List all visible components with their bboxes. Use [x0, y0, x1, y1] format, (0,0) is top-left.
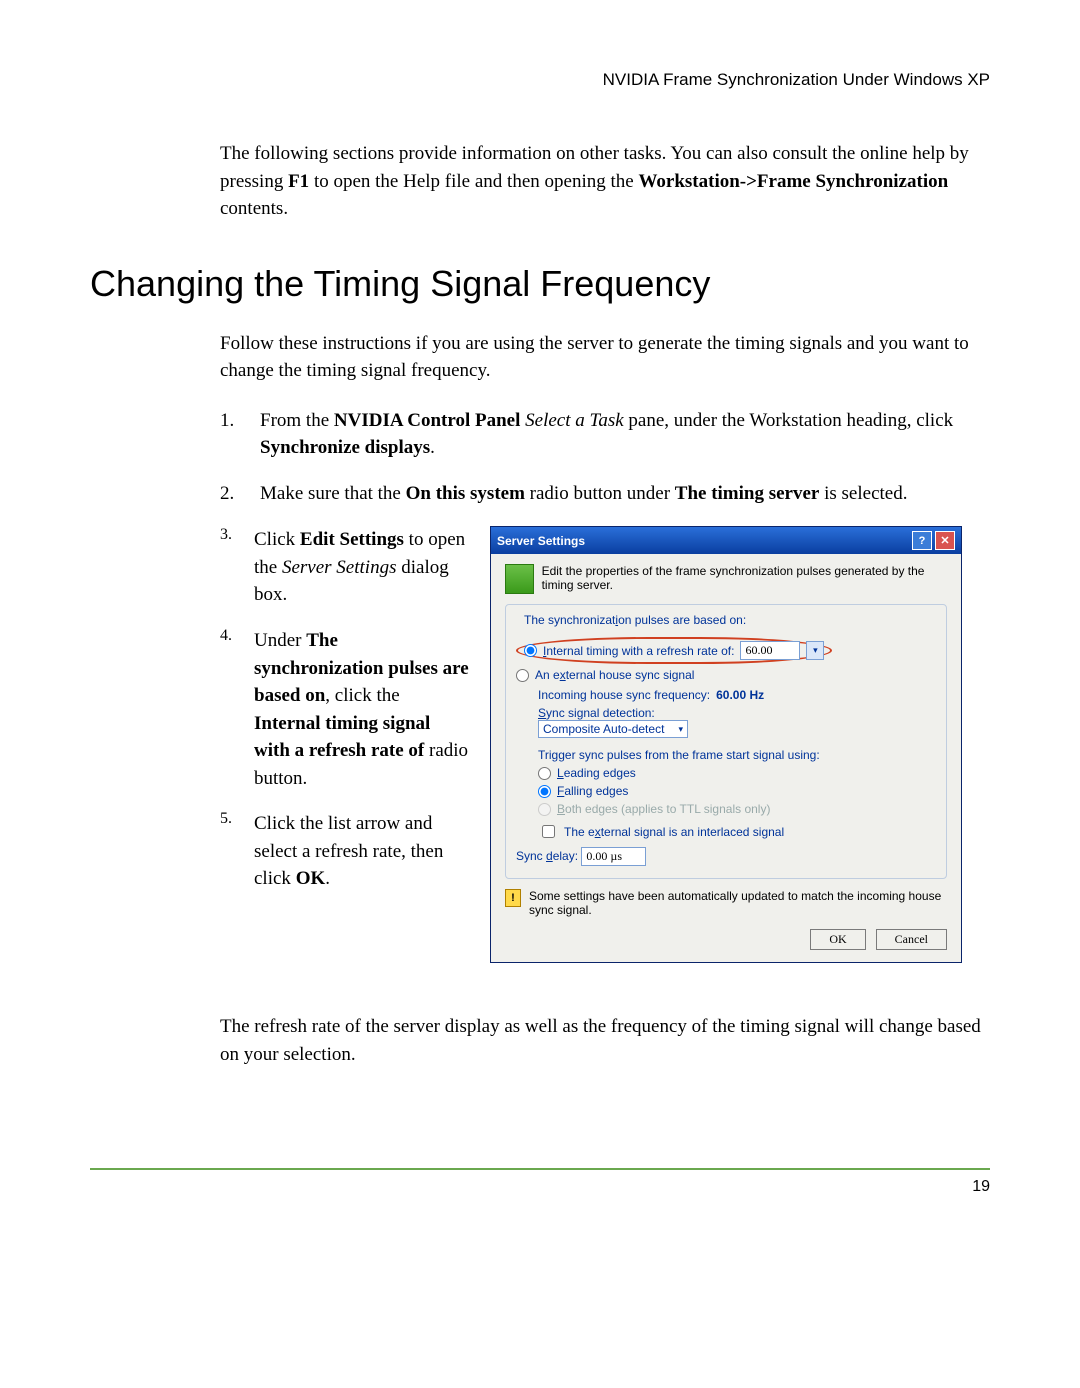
both-edges-label: Both edges (applies to TTL signals only) — [557, 802, 770, 816]
refresh-rate-dropdown-arrow[interactable]: ▾ — [806, 641, 824, 660]
highlight-oval: Internal timing with a refresh rate of: … — [516, 637, 832, 664]
step-number: 3. — [220, 526, 232, 609]
internal-timing-label: Internal timing with a refresh rate of: — [543, 644, 734, 658]
intro-text-c: contents. — [220, 198, 288, 219]
sync-detection-label: Sync signal detection: — [538, 706, 936, 720]
running-header: NVIDIA Frame Synchronization Under Windo… — [90, 70, 990, 90]
dialog-description: Edit the properties of the frame synchro… — [542, 564, 947, 594]
sync-delay-label: Sync delay: — [516, 849, 578, 863]
intro-text-b: to open the Help file and then opening t… — [309, 171, 638, 192]
section-heading: Changing the Timing Signal Frequency — [90, 263, 990, 305]
warning-icon: ! — [505, 889, 521, 907]
step-5-text: Click the list arrow and select a refres… — [254, 810, 470, 893]
close-button[interactable]: ✕ — [935, 531, 955, 550]
refresh-rate-input[interactable] — [740, 641, 800, 660]
incoming-freq-label: Incoming house sync frequency: — [538, 688, 710, 702]
step-3-text: Click Edit Settings to open the Server S… — [254, 526, 470, 609]
lead-paragraph: Follow these instructions if you are usi… — [220, 330, 990, 385]
server-settings-dialog: Server Settings ? ✕ Edit the properties … — [490, 526, 962, 963]
leading-edges-radio[interactable] — [538, 767, 551, 780]
intro-key: F1 — [288, 171, 309, 192]
dialog-title: Server Settings — [497, 534, 585, 548]
chevron-down-icon: ▾ — [678, 724, 683, 735]
step-2-text: Make sure that the On this system radio … — [260, 480, 907, 508]
sync-detection-value: Composite Auto-detect — [543, 722, 664, 736]
intro-path: Workstation->Frame Synchronization — [638, 171, 948, 192]
falling-edges-radio[interactable] — [538, 785, 551, 798]
fieldset-legend: The synchronization pulses are based on: — [520, 613, 750, 627]
sync-detection-combo[interactable]: Composite Auto-detect ▾ — [538, 720, 688, 738]
ok-button[interactable]: OK — [810, 929, 865, 950]
step-number: 2. — [220, 480, 238, 508]
intro-paragraph: The following sections provide informati… — [220, 140, 990, 223]
step-number: 4. — [220, 627, 232, 792]
warning-text: Some settings have been automatically up… — [529, 889, 947, 917]
both-edges-radio — [538, 803, 551, 816]
page-number: 19 — [972, 1178, 990, 1195]
step-number: 5. — [220, 810, 232, 893]
leading-edges-label: Leading edges — [557, 766, 636, 780]
sync-pulses-fieldset: The synchronization pulses are based on:… — [505, 604, 947, 879]
dialog-titlebar[interactable]: Server Settings ? ✕ — [491, 527, 961, 554]
nvidia-icon — [505, 564, 534, 594]
trigger-label: Trigger sync pulses from the frame start… — [538, 748, 936, 762]
interlaced-checkbox[interactable] — [542, 825, 555, 838]
interlaced-label: The external signal is an interlaced sig… — [564, 825, 784, 839]
warning-row: ! Some settings have been automatically … — [505, 889, 947, 917]
sync-delay-input[interactable] — [581, 847, 646, 866]
help-button[interactable]: ? — [912, 531, 932, 550]
step-1-text: From the NVIDIA Control Panel Select a T… — [260, 407, 990, 462]
external-sync-radio[interactable] — [516, 669, 529, 682]
closing-paragraph: The refresh rate of the server display a… — [220, 1013, 990, 1068]
external-sync-label: An external house sync signal — [535, 668, 694, 682]
page-footer: 19 — [90, 1168, 990, 1196]
incoming-freq-value: 60.00 Hz — [716, 688, 764, 702]
internal-timing-radio[interactable] — [524, 644, 537, 657]
falling-edges-label: Falling edges — [557, 784, 628, 798]
step-number: 1. — [220, 407, 238, 462]
cancel-button[interactable]: Cancel — [876, 929, 947, 950]
step-4-text: Under The synchronization pulses are bas… — [254, 627, 470, 792]
